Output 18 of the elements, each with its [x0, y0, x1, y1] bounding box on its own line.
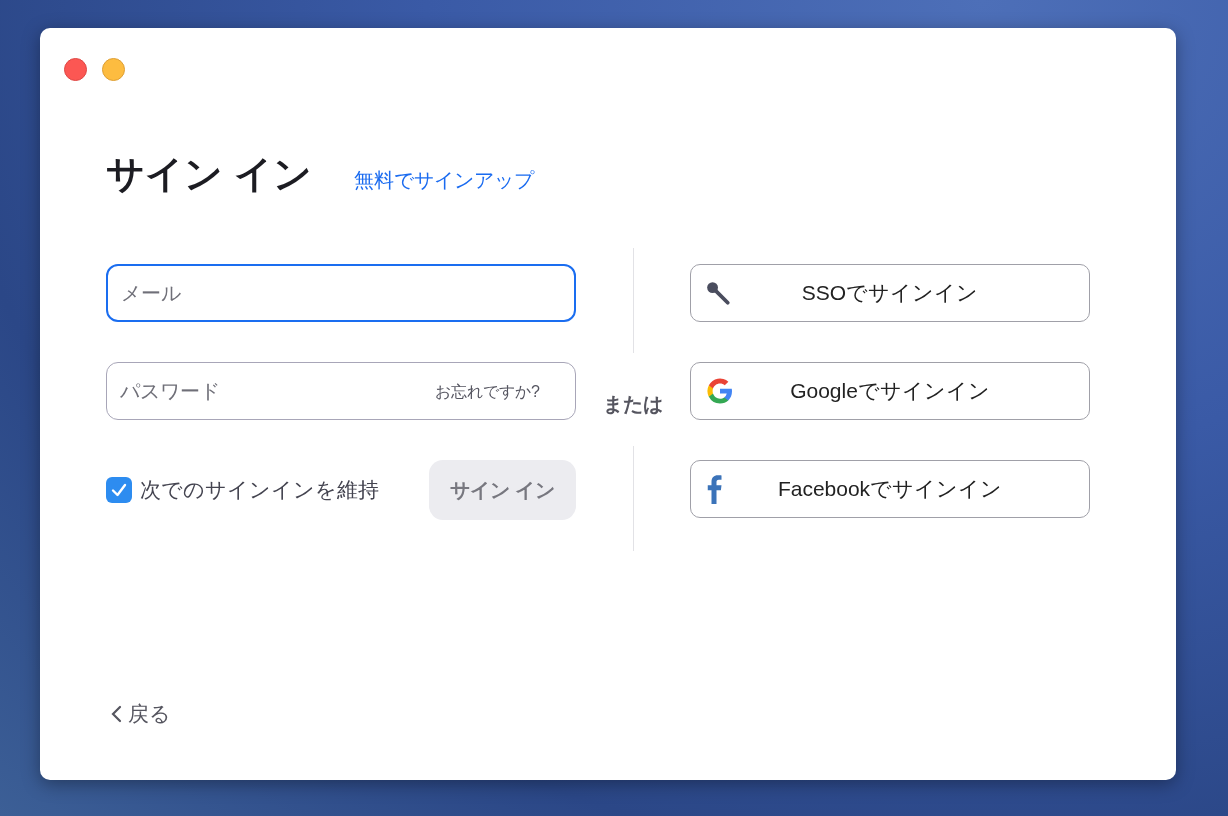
provider-sign-in-button[interactable]: SSOでサインイン [690, 264, 1090, 322]
page-title: サイン イン [106, 152, 312, 197]
checkbox[interactable] [106, 477, 132, 503]
checkmark-icon [110, 481, 128, 499]
forgot-password-link[interactable]: お忘れですか? [435, 382, 540, 403]
minimize-button[interactable] [102, 58, 125, 81]
google-logo-icon [705, 376, 735, 406]
key-icon [705, 280, 731, 306]
close-button[interactable] [64, 58, 87, 81]
email-field[interactable]: メール [106, 264, 576, 322]
or-separator: または [603, 392, 663, 417]
chevron-left-icon [110, 704, 122, 724]
facebook-logo-icon [705, 474, 723, 504]
provider-sign-in-button[interactable]: Googleでサインイン [690, 362, 1090, 420]
signup-link[interactable]: 無料でサインアップ [353, 167, 534, 194]
checkbox-label: 次でのサインインを維持 [140, 477, 379, 503]
provider-sign-in-button[interactable]: Facebookでサインイン [690, 460, 1090, 518]
back-link[interactable]: 戻る [110, 700, 171, 728]
